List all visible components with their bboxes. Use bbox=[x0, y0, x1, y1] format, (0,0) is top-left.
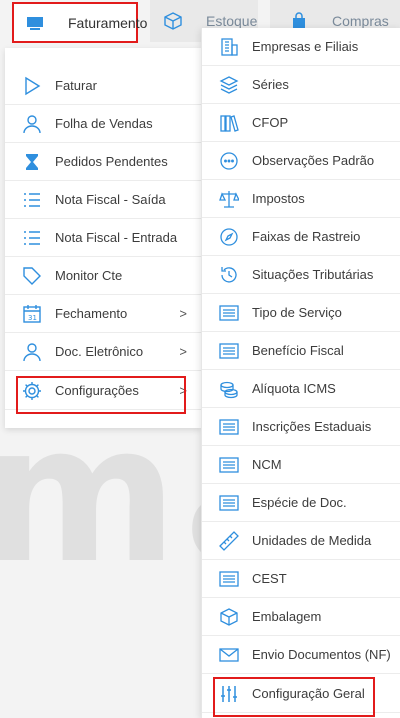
submenu-item-configuracao-geral[interactable]: Configuração Geral bbox=[202, 675, 400, 713]
menu-item-fechamento[interactable]: 31 Fechamento > bbox=[5, 295, 201, 333]
submenu-item-label: Envio Documentos (NF) bbox=[252, 647, 391, 662]
menu-item-label: Fechamento bbox=[55, 306, 128, 321]
submenu-item-especie-doc[interactable]: Espécie de Doc. bbox=[202, 484, 400, 522]
gear-icon bbox=[21, 380, 43, 402]
menu-item-faturar[interactable]: Faturar bbox=[5, 67, 201, 105]
submenu-item-faixas-rastreio[interactable]: Faixas de Rastreio bbox=[202, 218, 400, 256]
submenu-item-label: Observações Padrão bbox=[252, 153, 375, 168]
box-icon bbox=[162, 10, 184, 32]
tab-faturamento[interactable]: Faturamento bbox=[12, 2, 147, 43]
menu-item-doc-eletronico[interactable]: Doc. Eletrônico > bbox=[5, 333, 201, 371]
submenu-item-situacoes-tributarias[interactable]: Situações Tributárias bbox=[202, 256, 400, 294]
ruler-icon bbox=[218, 530, 240, 552]
submenu-item-label: Benefício Fiscal bbox=[252, 343, 344, 358]
submenu-item-label: NCM bbox=[252, 457, 282, 472]
user-icon bbox=[21, 113, 43, 135]
submenu-item-empresas-filiais[interactable]: Empresas e Filiais bbox=[202, 28, 400, 66]
menu-item-label: Monitor Cte bbox=[55, 268, 123, 283]
submenu-item-label: Séries bbox=[252, 77, 289, 92]
submenu-item-label: Faixas de Rastreio bbox=[252, 229, 361, 244]
submenu-item-label: Situações Tributárias bbox=[252, 267, 374, 282]
calendar-icon: 31 bbox=[21, 303, 43, 325]
menu-item-nota-fiscal-saida[interactable]: Nota Fiscal - Saída bbox=[5, 181, 201, 219]
layers-icon bbox=[218, 74, 240, 96]
submenu-item-series[interactable]: Séries bbox=[202, 66, 400, 104]
svg-text:31: 31 bbox=[28, 314, 37, 322]
menu-item-label: Folha de Vendas bbox=[55, 116, 153, 131]
menu-item-label: Configurações bbox=[55, 383, 139, 398]
submenu-item-cest[interactable]: CEST bbox=[202, 560, 400, 598]
submenu-item-envio-documentos[interactable]: Envio Documentos (NF) bbox=[202, 636, 400, 674]
submenu-item-label: CFOP bbox=[252, 115, 289, 130]
menu-item-label: Pedidos Pendentes bbox=[55, 154, 168, 169]
history-icon bbox=[218, 264, 240, 286]
play-icon bbox=[21, 75, 43, 97]
submenu-item-label: Inscrições Estaduais bbox=[252, 419, 372, 434]
chevron-right-icon: > bbox=[179, 344, 187, 359]
tag-icon bbox=[21, 265, 43, 287]
submenu-item-beneficio-fiscal[interactable]: Benefício Fiscal bbox=[202, 332, 400, 370]
submenu-item-label: Espécie de Doc. bbox=[252, 495, 347, 510]
menu-item-label: Nota Fiscal - Saída bbox=[55, 192, 166, 207]
submenu-item-unidades-medida[interactable]: Unidades de Medida bbox=[202, 522, 400, 560]
faturamento-menu: Faturar Folha de Vendas Pedidos Pendente… bbox=[5, 48, 201, 428]
scale-icon bbox=[218, 188, 240, 210]
menu-item-pedidos-pendentes[interactable]: Pedidos Pendentes bbox=[5, 143, 201, 181]
list-icon bbox=[21, 189, 43, 211]
box-icon bbox=[218, 606, 240, 628]
menu-item-folha-de-vendas[interactable]: Folha de Vendas bbox=[5, 105, 201, 143]
form-icon bbox=[218, 340, 240, 362]
form-icon bbox=[218, 492, 240, 514]
compass-icon bbox=[218, 226, 240, 248]
submenu-item-label: CEST bbox=[252, 571, 287, 586]
submenu-item-label: Tipo de Serviço bbox=[252, 305, 342, 320]
submenu-item-label: Embalagem bbox=[252, 609, 322, 624]
submenu-item-label: Impostos bbox=[252, 191, 305, 206]
submenu-item-embalagem[interactable]: Embalagem bbox=[202, 598, 400, 636]
menu-item-label: Faturar bbox=[55, 78, 97, 93]
tab-estoque-label: Estoque bbox=[206, 13, 258, 29]
menu-item-nota-fiscal-entrada[interactable]: Nota Fiscal - Entrada bbox=[5, 219, 201, 257]
mail-icon bbox=[218, 644, 240, 666]
submenu-item-label: Empresas e Filiais bbox=[252, 39, 359, 54]
form-icon bbox=[218, 454, 240, 476]
chevron-right-icon: > bbox=[179, 306, 187, 321]
coins-icon bbox=[218, 378, 240, 400]
submenu-item-aliquota-icms[interactable]: Alíquota ICMS bbox=[202, 370, 400, 408]
tab-compras-label: Compras bbox=[332, 13, 389, 29]
books-icon bbox=[218, 112, 240, 134]
submenu-item-label: Alíquota ICMS bbox=[252, 381, 336, 396]
menu-item-monitor-cte[interactable]: Monitor Cte bbox=[5, 257, 201, 295]
submenu-item-cfop[interactable]: CFOP bbox=[202, 104, 400, 142]
submenu-item-inscricoes-estaduais[interactable]: Inscrições Estaduais bbox=[202, 408, 400, 446]
configuracoes-submenu: Empresas e Filiais Séries CFOP Observaçõ… bbox=[201, 28, 400, 718]
list-icon bbox=[21, 227, 43, 249]
submenu-item-observacoes-padrao[interactable]: Observações Padrão bbox=[202, 142, 400, 180]
user-icon bbox=[21, 341, 43, 363]
form-icon bbox=[218, 302, 240, 324]
hourglass-icon bbox=[21, 151, 43, 173]
submenu-item-ncm[interactable]: NCM bbox=[202, 446, 400, 484]
submenu-item-label: Configuração Geral bbox=[252, 686, 365, 701]
submenu-item-impostos[interactable]: Impostos bbox=[202, 180, 400, 218]
building-icon bbox=[218, 36, 240, 58]
submenu-item-tipo-servico[interactable]: Tipo de Serviço bbox=[202, 294, 400, 332]
menu-item-configuracoes[interactable]: Configurações > bbox=[5, 372, 201, 410]
chevron-right-icon: > bbox=[179, 383, 187, 398]
form-icon bbox=[218, 416, 240, 438]
tab-faturamento-label: Faturamento bbox=[68, 14, 148, 31]
submenu-item-label: Unidades de Medida bbox=[252, 533, 372, 548]
monitor-icon bbox=[24, 12, 46, 34]
menu-item-label: Doc. Eletrônico bbox=[55, 344, 144, 359]
form-icon bbox=[218, 568, 240, 590]
sliders-icon bbox=[218, 683, 240, 705]
chat-icon bbox=[218, 150, 240, 172]
menu-item-label: Nota Fiscal - Entrada bbox=[55, 230, 178, 245]
